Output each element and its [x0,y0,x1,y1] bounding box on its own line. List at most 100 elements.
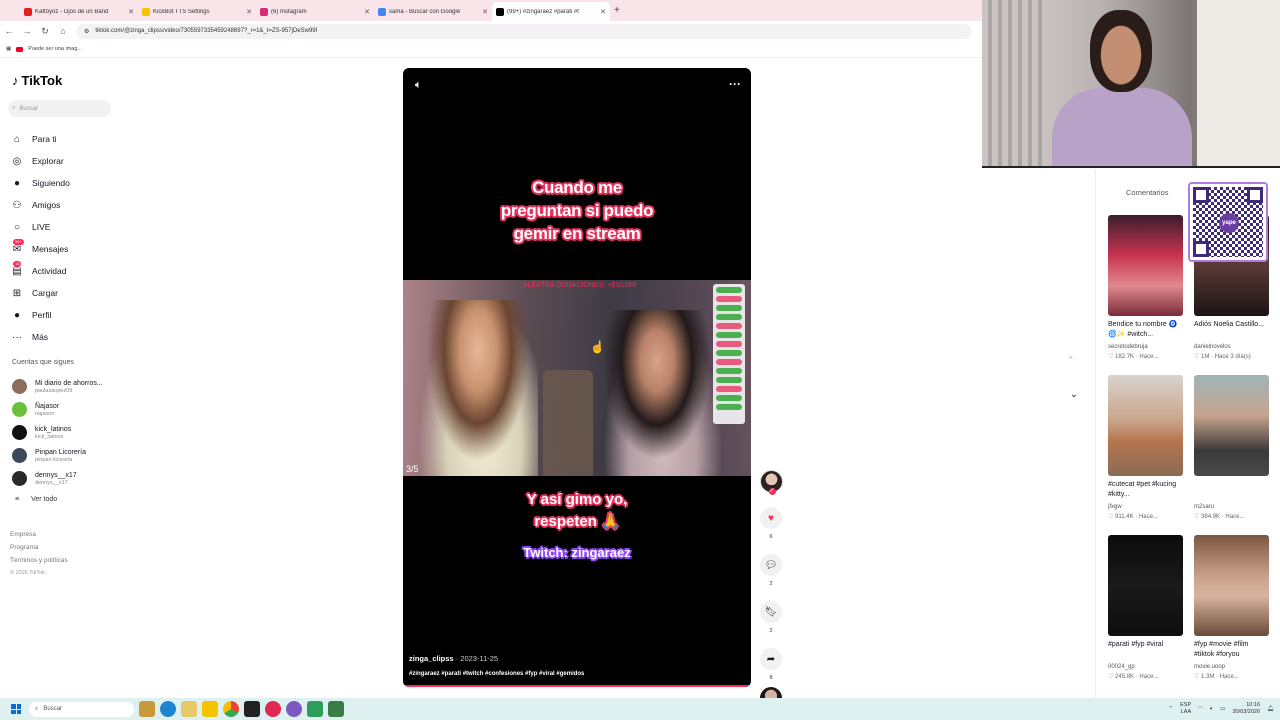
creator-avatar[interactable]: ✓ [759,470,783,495]
chrome-icon[interactable] [223,701,239,717]
following-account[interactable]: Mi diario de ahorros... paulasaopez09 [12,375,103,398]
related-video-card[interactable]: #parati #fyp #viral 00024_gp ♡ 245.8K · … [1108,535,1183,695]
tab-close-icon[interactable]: ✕ [482,8,488,16]
following-account[interactable]: Pinpan Licorería pinpan licoreria [12,444,103,467]
heart-icon: ♡ [1108,514,1116,520]
tab-close-icon[interactable]: ✕ [600,8,606,16]
card-author[interactable]: 00024_gp [1108,662,1183,672]
tab-close-icon[interactable]: ✕ [128,8,134,16]
forward-icon[interactable]: → [18,26,36,36]
like-button[interactable]: ♥ [760,507,782,529]
new-tab-icon[interactable]: + [614,5,620,16]
more-options-icon[interactable]: ··· [729,77,741,91]
following-account[interactable]: Ñajasor najasorr [12,398,103,421]
video-thumbnail[interactable] [1108,215,1183,316]
see-all-button[interactable]: ≡ Ver todo [12,490,103,508]
nav-item-perfil[interactable]: ● Perfil [11,304,70,326]
nav-item-mensajes[interactable]: ✉ 99+ Mensajes [11,238,70,260]
comments-tab[interactable]: Comentarios [1126,188,1169,197]
footer-link-company[interactable]: Empresa [10,528,68,541]
following-account[interactable]: dennys__x17 dennys__x17 [12,467,103,490]
save-button[interactable]: 🔖︎ [760,601,782,623]
card-author[interactable]: movie.uoop [1194,662,1269,672]
follow-plus-icon[interactable]: ✓ [768,488,776,495]
browser-tab[interactable]: (99+) #zingaraez #parati #t ✕ [492,2,610,21]
video-thumbnail[interactable] [1108,535,1183,636]
video-hashtags[interactable]: #zingaraez #parati #twitch #confesiones … [409,671,584,677]
search-input[interactable]: ⌕ Buscar [8,100,111,117]
battery-icon[interactable]: ▭ [1220,706,1225,712]
obs-icon[interactable] [244,701,260,717]
reload-icon[interactable]: ↻ [36,26,54,37]
browser-tab[interactable]: sama - Buscar con Google ✕ [374,2,492,21]
back-icon[interactable]: ← [0,26,18,36]
footer-link-terms[interactable]: Términos y políticas [10,554,68,567]
card-author[interactable]: jfxgw [1108,502,1183,512]
nav-item-siguiendo[interactable]: ● Siguiendo [11,172,70,194]
video-thumbnail[interactable] [1194,375,1269,476]
home-button-icon[interactable]: ⌂ [54,26,72,36]
keyboard-language[interactable]: ESP LAA [1180,702,1191,716]
nav-item-para-ti[interactable]: ⌂ Para ti [11,128,70,150]
app-red-icon[interactable] [265,701,281,717]
browser-tab[interactable]: KickBot TTS Settings ✕ [138,2,256,21]
taskbar-search[interactable]: ⌕ Buscar [29,701,134,717]
video-thumbnail[interactable] [1108,375,1183,476]
video-thumbnail[interactable] [1194,535,1269,636]
card-author[interactable]: m2saru [1194,502,1269,512]
related-video-card[interactable]: #fyp #movie #film #tiktok #foryou movie.… [1194,535,1269,695]
wifi-icon[interactable]: ◠ [1198,706,1203,712]
notifications-icon[interactable]: 🔔︎ [1267,706,1274,712]
account-handle: kick_latinos [35,433,64,440]
bookmark-icon: 🔖︎ [764,606,778,618]
profile-icon: ● [13,309,21,321]
nav-item-amigos[interactable]: ⚇ Amigos [11,194,70,216]
volume-icon[interactable]: 🔈︎ [1210,706,1213,713]
related-video-card[interactable]: Bendice tu nombre 🧿🌀✨ #witch... secretod… [1108,215,1183,375]
tab-close-icon[interactable]: ✕ [364,8,370,16]
next-video-icon[interactable]: ⌄ [1065,386,1083,404]
footer-links: Empresa Programa Términos y políticas © … [10,528,68,580]
share-button[interactable]: ➦ [760,648,782,670]
apps-icon[interactable]: ▦ [6,46,11,52]
sound-icon[interactable]: 🔈︎ [415,79,422,92]
related-video-card[interactable]: #cutecat #pet #kucing #kitty... jfxgw ♡ … [1108,375,1183,535]
nav-item-actividad[interactable]: ▤ 18 Actividad [11,260,70,282]
nav-item-cargar[interactable]: ⊞ Cargar [11,282,70,304]
card-title: #fyp #movie #film #tiktok #foryou [1194,641,1249,658]
nav-label: Amigos [32,200,61,210]
folder-icon[interactable] [202,701,218,717]
video-scene: ALERTAS DONACIONES: +$10,000 3/5 ☝ [403,280,751,476]
file-explorer-icon[interactable] [181,701,197,717]
footer-link-program[interactable]: Programa [10,541,68,554]
related-video-card[interactable]: m2saru ♡ 384.9K · Hace... [1194,375,1269,535]
clock[interactable]: 10:16 30/03/2026 [1232,702,1260,716]
search-icon: ⌕ [12,105,16,111]
taskbar-app-icon[interactable] [139,701,155,717]
tiktok-logo[interactable]: ♪ TikTok [12,73,62,88]
app-green-icon[interactable] [307,701,323,717]
following-account[interactable]: kick_latinos kick_latinos [12,421,103,444]
nav-item-live[interactable]: ○ LIVE [11,216,70,238]
tab-close-icon[interactable]: ✕ [246,8,252,16]
nav-item-explorar[interactable]: ◎ Explorar [11,150,70,172]
comment-button[interactable]: 💬︎ [760,554,782,576]
bookmark-item[interactable]: Puede ser una imag... [28,46,82,52]
browser-tab[interactable]: (6) Instagram ✕ [256,2,374,21]
video-progress-bar[interactable] [403,685,751,687]
site-info-icon[interactable]: ⚙ [84,28,89,35]
windows-start-icon[interactable] [11,704,21,714]
tray-chevron-icon[interactable]: ⌃ [1169,706,1174,712]
nav-item-más[interactable]: ··· Más [11,326,70,348]
card-author[interactable]: danielnovelos [1194,342,1269,352]
edge-icon[interactable] [160,701,176,717]
video-author[interactable]: zinga_clipss [409,654,454,663]
app-green2-icon[interactable] [328,701,344,717]
video-player[interactable]: 🔈︎ ··· Cuando me preguntan si puedo gemi… [403,68,751,687]
app-purple-icon[interactable] [286,701,302,717]
browser-tab[interactable]: Kattoyoz - Ojos de un Band ✕ [20,2,138,21]
url-field[interactable]: ⚙ tiktok.com/@zinga_clipss/video/7305597… [76,23,972,39]
previous-video-icon[interactable]: ⌃ [1067,355,1075,366]
mouse-cursor-icon: ☝ [590,340,605,354]
card-author[interactable]: secretodebruja [1108,342,1183,352]
